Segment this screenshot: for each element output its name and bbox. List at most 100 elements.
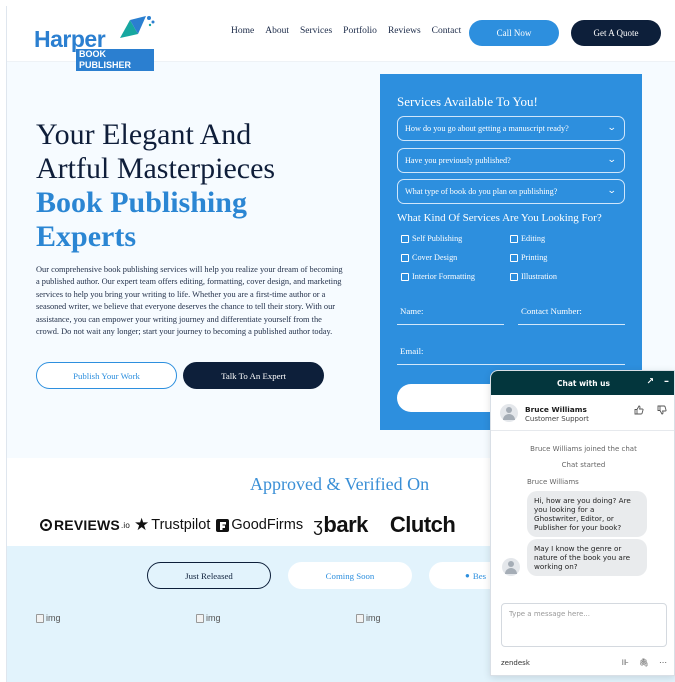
message-sender: Bruce Williams [527, 478, 579, 486]
book-image[interactable]: img [196, 613, 221, 623]
checkbox-box[interactable] [401, 234, 409, 243]
thumbs-down-icon[interactable] [657, 405, 667, 418]
chat-widget: Chat with us ↗ – Bruce Williams Customer… [490, 370, 675, 676]
chat-title: Chat with us [557, 378, 610, 388]
checkbox-box[interactable] [401, 253, 409, 262]
chat-footer-icons: ⊪ 🖇 ⋯ [622, 658, 667, 667]
site-header: Harper BOOK PUBLISHER Home About Service… [7, 6, 675, 71]
hero-description: Our comprehensive book publishing servic… [36, 265, 343, 337]
avatar [502, 558, 520, 576]
name-field[interactable]: Name: [397, 306, 504, 325]
nav-portfolio[interactable]: Portfolio [343, 26, 377, 36]
checkbox-box[interactable] [510, 272, 518, 281]
tab-just-released[interactable]: Just Released [147, 562, 271, 589]
nav-services[interactable]: Services [300, 26, 332, 36]
checkbox-illustration[interactable]: Illustration [510, 272, 557, 281]
chat-joined-notice: Bruce Williams joined the chat [530, 445, 637, 453]
reviews-io-icon [40, 519, 52, 531]
attachment-icon[interactable]: 🖇 [639, 658, 649, 667]
chat-message: Hi, how are you doing? Are you looking f… [527, 491, 647, 537]
chat-footer: zendesk ⊪ 🖇 ⋯ [501, 658, 667, 667]
chat-message-input[interactable]: Type a message here... [501, 603, 667, 647]
nav-reviews[interactable]: Reviews [388, 26, 421, 36]
nav-about[interactable]: About [265, 26, 289, 36]
checkbox-label: Cover Design [412, 253, 458, 262]
chevron-down-icon: ⌄ [607, 154, 618, 164]
talk-expert-button[interactable]: Talk To An Expert [183, 362, 324, 389]
checkbox-self-publishing[interactable]: Self Publishing [401, 234, 462, 243]
site-logo[interactable]: Harper BOOK PUBLISHER [34, 14, 155, 71]
chat-started-notice: Chat started [561, 461, 606, 469]
publish-work-button[interactable]: Publish Your Work [36, 362, 177, 389]
hero-title: Your Elegant And Artful Masterpieces Boo… [36, 118, 275, 254]
trustpilot-text: Trustpilot [151, 517, 211, 533]
contact-number-field[interactable]: Contact Number: [518, 306, 625, 325]
checkbox-label: Editing [521, 234, 546, 243]
checkbox-label: Self Publishing [412, 234, 463, 243]
call-now-button[interactable]: Call Now [469, 20, 559, 46]
minimize-icon[interactable]: – [664, 376, 669, 387]
book-type-text: What type of book do you plan on publish… [405, 187, 558, 196]
star-icon: ★ [134, 515, 150, 534]
manuscript-select[interactable]: How do you go about getting a manuscript… [397, 116, 625, 141]
services-heading: What Kind Of Services Are You Looking Fo… [397, 212, 602, 224]
image-alt-text: img [46, 613, 61, 623]
checkbox-box[interactable] [401, 272, 409, 281]
nav-home[interactable]: Home [231, 26, 254, 36]
trustpilot-logo: ★ Trustpilot [134, 515, 210, 535]
checkbox-interior-formatting[interactable]: Interior Formatting [401, 272, 475, 281]
chevron-down-icon: ⌄ [607, 122, 618, 132]
globe-icon: ● [465, 571, 470, 580]
checkbox-label: Printing [521, 253, 548, 262]
zendesk-logo: zendesk [501, 659, 530, 667]
goodfirms-logo: GoodFirms [216, 517, 303, 533]
get-quote-button[interactable]: Get A Quote [571, 20, 661, 46]
broken-image-icon [196, 613, 204, 623]
logo-subtext: BOOK PUBLISHER [76, 49, 154, 71]
tab-coming-soon[interactable]: Coming Soon [288, 562, 412, 589]
agent-name: Bruce Williams [525, 405, 587, 414]
brand-logos: REVIEWS .io ★ Trustpilot GoodFirms ʒ bark… [40, 512, 456, 538]
main-nav: Home About Services Portfolio Reviews Co… [231, 26, 461, 36]
book-icon [120, 16, 155, 38]
tab-bestsellers-label: Bes [472, 570, 487, 581]
checkbox-box[interactable] [510, 234, 518, 243]
chat-message: May I know the genre or nature of the bo… [527, 539, 647, 576]
book-type-select[interactable]: What type of book do you plan on publish… [397, 179, 625, 204]
thumbs-up-icon[interactable] [634, 405, 644, 418]
chat-agent-bar: Bruce Williams Customer Support [491, 395, 674, 431]
published-before-select[interactable]: Have you previously published? ⌄ [397, 148, 625, 173]
end-chat-icon[interactable]: ⊪ [622, 658, 629, 667]
goodfirms-text: GoodFirms [231, 517, 304, 533]
bark-text: bark [323, 512, 368, 537]
clutch-logo: Clutch [389, 512, 456, 537]
broken-image-icon [356, 613, 364, 623]
checkbox-printing[interactable]: Printing [510, 253, 547, 262]
checkbox-editing[interactable]: Editing [510, 234, 545, 243]
checkbox-box[interactable] [510, 253, 518, 262]
hero-title-line1: Your Elegant And [36, 118, 252, 151]
email-field[interactable]: Email: [397, 346, 625, 365]
checkbox-label: Interior Formatting [412, 272, 475, 281]
goodfirms-icon [216, 518, 230, 532]
reviews-io-suffix: .io [120, 520, 131, 530]
checkbox-cover-design[interactable]: Cover Design [401, 253, 457, 262]
approved-title: Approved & Verified On [250, 474, 430, 494]
hero-title-line4: Experts [36, 220, 136, 253]
book-image[interactable]: img [356, 613, 381, 623]
book-image[interactable]: img [36, 613, 61, 623]
chat-header: Chat with us ↗ – [491, 371, 674, 395]
popout-icon[interactable]: ↗ [646, 377, 654, 387]
bark-logo: ʒ bark [313, 512, 368, 538]
form-title: Services Available To You! [397, 94, 538, 109]
chevron-down-icon: ⌄ [607, 185, 618, 195]
reviews-io-text: REVIEWS [54, 517, 120, 533]
manuscript-select-text: How do you go about getting a manuscript… [405, 124, 569, 133]
published-before-text: Have you previously published? [405, 156, 511, 165]
agent-role: Customer Support [525, 415, 589, 423]
broken-image-icon [36, 613, 44, 623]
avatar [500, 404, 518, 422]
more-options-icon[interactable]: ⋯ [659, 658, 667, 667]
hero-title-line3: Book Publishing [36, 186, 247, 219]
nav-contact[interactable]: Contact [432, 26, 462, 36]
